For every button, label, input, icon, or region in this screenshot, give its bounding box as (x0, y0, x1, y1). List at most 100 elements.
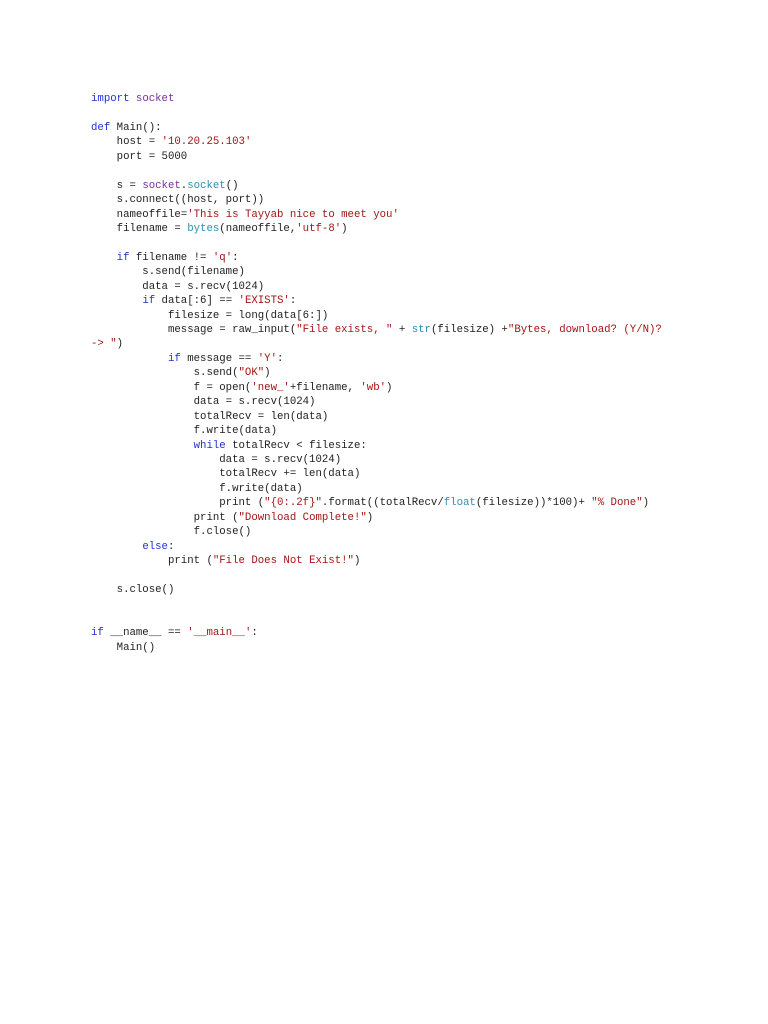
code-line: if message == 'Y': (91, 352, 662, 366)
string-token: 'This is Tayyab nice to meet you' (187, 208, 399, 221)
builtin-token: socket (187, 179, 226, 192)
code-token: ) (366, 511, 374, 524)
code-token: (filesize) + (430, 324, 508, 336)
code-token: f = open( (91, 381, 252, 394)
keyword-token: def (91, 121, 111, 134)
module-token: socket (135, 93, 175, 105)
code-token: message = raw_input( (91, 324, 297, 336)
code-line: -> ") (91, 337, 662, 351)
string-token: "OK" (238, 367, 265, 380)
code-token: : (289, 295, 297, 308)
code-token: nameoffile= (91, 208, 188, 221)
code-line: Main() (91, 641, 662, 655)
code-token: s.send(filename) (91, 266, 245, 279)
string-token: 'Y' (257, 352, 278, 365)
code-token: ) (353, 555, 361, 567)
code-token: totalRecv = len(data) (91, 410, 329, 423)
keyword-token: import (91, 93, 130, 105)
string-token: 'EXISTS' (238, 295, 290, 308)
code-token: print ( (91, 555, 213, 567)
keyword-token: if (142, 295, 156, 308)
code-line: while totalRecv < filesize: (91, 439, 662, 453)
code-token: print ( (91, 497, 265, 510)
code-token: filename != (129, 251, 213, 264)
code-line: totalRecv = len(data) (91, 410, 662, 424)
string-token: '10.20.25.103' (161, 136, 252, 149)
code-token: : (167, 540, 175, 553)
builtin-token: str (411, 324, 431, 336)
code-token: ) (264, 367, 271, 380)
string-token: "Bytes, download? (Y/N)? (507, 324, 662, 336)
code-line: f.write(data) (91, 424, 662, 438)
keyword-token: if (91, 627, 104, 640)
string-token: 'q' (212, 251, 233, 264)
code-line: s.send("OK") (91, 366, 662, 380)
code-token: port = 5000 (91, 150, 188, 163)
code-token: data = s.recv(1024) (91, 280, 265, 293)
code-token: () (225, 179, 239, 192)
code-token: data[:6] == (155, 295, 239, 308)
string-token: "File exists, " (296, 324, 393, 336)
code-token: s.connect((host, port)) (91, 194, 265, 207)
code-line: print ("{0:.2f}".format((totalRecv/float… (91, 496, 662, 510)
code-token: s = (91, 179, 143, 192)
string-token: -> " (91, 338, 117, 351)
code-line: if filename != 'q': (91, 251, 662, 265)
code-line: s.send(filename) (91, 265, 662, 279)
code-token: filesize = long(data[6:]) (91, 309, 329, 322)
code-token: message == (180, 352, 258, 365)
code-line: port = 5000 (91, 150, 662, 164)
code-token: s.send( (91, 367, 239, 380)
code-token: +filename, (289, 381, 361, 394)
code-token: ) (341, 222, 348, 235)
code-line: f.close() (91, 525, 662, 539)
string-token: '__main__' (187, 627, 252, 640)
code-line: f.write(data) (91, 482, 662, 496)
code-token: data = s.recv(1024) (91, 396, 316, 409)
keyword-token: if (116, 251, 130, 264)
code-line: f = open('new_'+filename, 'wb') (91, 381, 662, 395)
code-token: data = s.recv(1024) (91, 453, 342, 466)
string-token: "Download Complete!" (238, 511, 367, 524)
code-token: : (251, 627, 258, 640)
code-line: s = socket.socket() (91, 179, 662, 193)
code-line: totalRecv += len(data) (91, 467, 662, 481)
code-token: __name__ == (103, 627, 188, 640)
code-token: (nameoffile, (219, 222, 297, 235)
keyword-token: else (142, 540, 168, 553)
code-line: if __name__ == '__main__': (91, 626, 662, 640)
code-token: (filesize))*100)+ (475, 497, 592, 510)
code-token: + (392, 324, 412, 336)
code-token: ) (642, 497, 650, 510)
code-token: : (277, 352, 284, 365)
keyword-token: while (193, 439, 226, 452)
code-line: nameoffile='This is Tayyab nice to meet … (91, 208, 662, 222)
string-token: 'new_' (251, 381, 290, 394)
module-token: socket (142, 179, 181, 192)
string-token: "File Does Not Exist!" (212, 555, 354, 567)
code-token: ) (116, 338, 124, 351)
builtin-token: bytes (187, 222, 220, 235)
string-token: "{0:.2f}" (264, 497, 322, 510)
code-line: filename = bytes(nameoffile,'utf-8') (91, 222, 662, 236)
code-token: : (232, 251, 239, 264)
code-line: data = s.recv(1024) (91, 395, 662, 409)
code-line: data = s.recv(1024) (91, 453, 662, 467)
code-token: f.close() (91, 526, 252, 539)
code-line: filesize = long(data[6:]) (91, 309, 662, 323)
builtin-token: float (443, 497, 476, 510)
code-token: f.write(data) (91, 482, 303, 495)
code-line: message = raw_input("File exists, " + st… (91, 323, 662, 337)
code-line: host = '10.20.25.103' (91, 135, 662, 149)
code-token: totalRecv += len(data) (91, 468, 361, 481)
